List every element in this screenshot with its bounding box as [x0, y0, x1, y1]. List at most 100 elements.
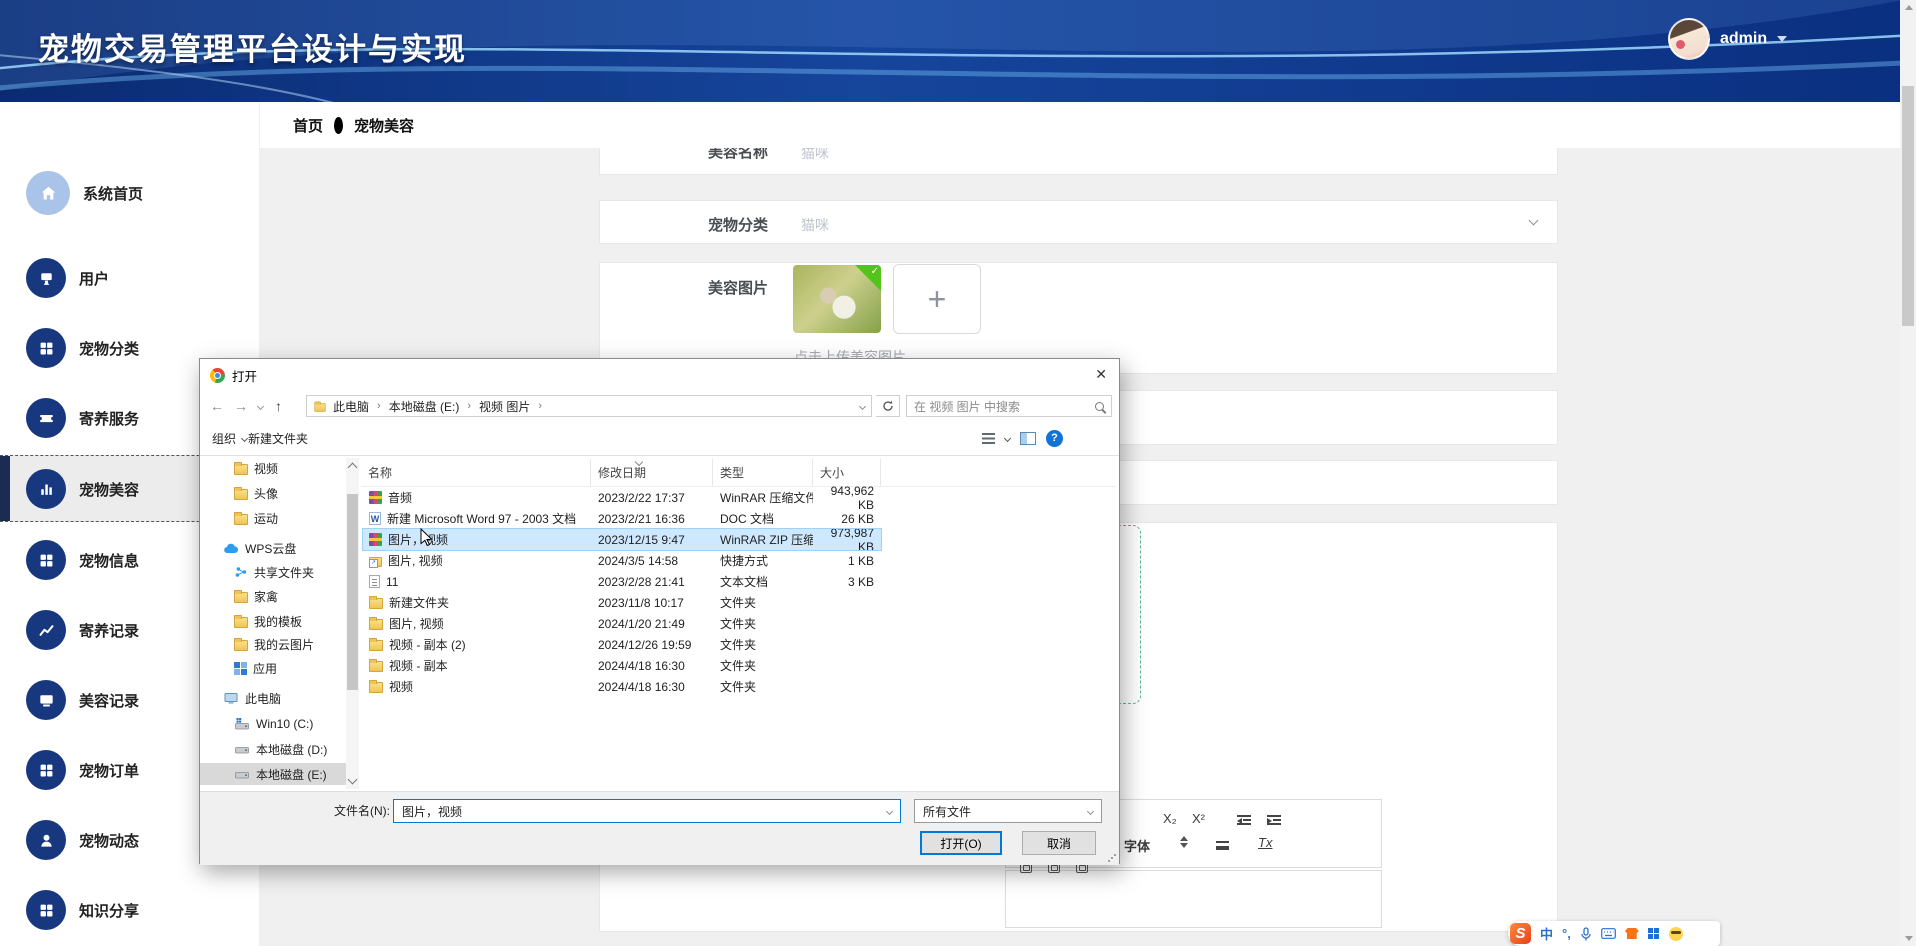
- file-row-1[interactable]: W新建 Microsoft Word 97 - 2003 文档 2023/2/2…: [363, 508, 881, 529]
- view-mode-icon[interactable]: [982, 433, 995, 444]
- open-button[interactable]: 打开(O): [920, 831, 1002, 855]
- tree-scrollbar[interactable]: [346, 458, 359, 789]
- skin-icon[interactable]: [1625, 928, 1639, 939]
- subscript-button[interactable]: X₂: [1163, 811, 1177, 826]
- upload-image-button[interactable]: +: [893, 264, 981, 334]
- file-name: 图片，视频: [388, 531, 448, 548]
- file-row-5[interactable]: 新建文件夹 2023/11/8 10:17 文件夹: [363, 592, 881, 613]
- up-icon[interactable]: ↑: [275, 398, 282, 414]
- scroll-up-icon[interactable]: [348, 463, 358, 473]
- filename-dropdown-icon[interactable]: [886, 807, 893, 814]
- editor-content-area[interactable]: [1005, 870, 1382, 928]
- close-icon[interactable]: ✕: [1095, 366, 1107, 383]
- superscript-button[interactable]: X²: [1192, 811, 1205, 826]
- filetype-value: 所有文件: [923, 803, 971, 820]
- address-crumb[interactable]: 本地磁盘 (E:): [389, 398, 460, 415]
- address-crumb[interactable]: 视频 图片: [479, 398, 530, 415]
- folder-icon: [314, 403, 325, 412]
- file-row-6[interactable]: 图片, 视频 2024/1/20 21:49 文件夹: [363, 613, 881, 634]
- emoji-icon[interactable]: [1669, 927, 1683, 941]
- tree-item-8[interactable]: 应用: [200, 657, 346, 679]
- indent-icon: [1267, 815, 1281, 825]
- page-scrollbar[interactable]: [1900, 0, 1916, 946]
- field-value-category[interactable]: 猫咪: [801, 215, 829, 235]
- tree-item-3[interactable]: WPS云盘: [200, 537, 346, 559]
- scrollbar-down-icon[interactable]: [1905, 936, 1913, 941]
- back-icon[interactable]: ←: [210, 398, 224, 414]
- shortcut-icon: [369, 557, 382, 567]
- file-type: 快捷方式: [713, 552, 813, 569]
- filetype-select[interactable]: 所有文件: [914, 799, 1102, 823]
- preview-pane-icon[interactable]: [1020, 432, 1036, 445]
- filename-input[interactable]: 图片，视频: [393, 799, 901, 823]
- dialog-titlebar[interactable]: 打开 ✕: [200, 359, 1119, 391]
- tree-item-11[interactable]: 本地磁盘 (D:): [200, 738, 346, 760]
- help-icon[interactable]: ?: [1046, 430, 1063, 447]
- column-header-3[interactable]: 大小: [813, 459, 881, 486]
- file-row-4[interactable]: 11 2023/2/28 21:41 文本文档 3 KB: [363, 571, 881, 592]
- font-spinner[interactable]: [1180, 836, 1188, 851]
- file-type: DOC 文档: [713, 510, 813, 527]
- file-row-9[interactable]: 视频 2024/4/18 16:30 文件夹: [363, 676, 881, 697]
- sidebar-item-label: 寄养记录: [79, 620, 139, 641]
- ime-punctuation-icon[interactable]: °,: [1562, 926, 1571, 941]
- address-crumb[interactable]: 此电脑: [333, 398, 369, 415]
- scroll-down-icon[interactable]: [348, 775, 358, 785]
- tree-item-4[interactable]: 共享文件夹: [200, 561, 346, 583]
- breadcrumb-home[interactable]: 首页: [293, 115, 323, 136]
- tree-item-1[interactable]: 头像: [200, 482, 346, 504]
- file-row-3[interactable]: 图片, 视频 2024/3/5 14:58 快捷方式 1 KB: [363, 550, 881, 571]
- organize-button[interactable]: 组织: [212, 430, 247, 447]
- forward-icon[interactable]: →: [234, 398, 248, 414]
- sidebar-item-10[interactable]: 知识分享: [0, 888, 260, 932]
- tree-item-5[interactable]: 家禽: [200, 585, 346, 607]
- folder-icon: [234, 464, 248, 475]
- uploaded-image-thumbnail[interactable]: ✓: [793, 265, 881, 333]
- ime-menu-icon[interactable]: [1648, 928, 1660, 940]
- line-height-button[interactable]: [1216, 838, 1229, 853]
- file-row-7[interactable]: 视频 - 副本 (2) 2024/12/26 19:59 文件夹: [363, 634, 881, 655]
- lines-icon: [1216, 841, 1229, 850]
- tree-item-7[interactable]: 我的云图片: [200, 633, 346, 655]
- field-value-name[interactable]: 猫咪: [801, 148, 829, 163]
- font-select[interactable]: 字体: [1124, 836, 1150, 855]
- user-menu[interactable]: admin: [1668, 18, 1787, 60]
- filename-label: 文件名(N):: [258, 802, 390, 819]
- file-row-8[interactable]: 视频 - 副本 2024/4/18 16:30 文件夹: [363, 655, 881, 676]
- file-row-2[interactable]: 图片，视频 2023/12/15 9:47 WinRAR ZIP 压缩... 9…: [363, 529, 881, 550]
- outdent-button[interactable]: [1237, 813, 1251, 828]
- new-folder-button[interactable]: 新建文件夹: [248, 430, 308, 447]
- indent-button[interactable]: [1267, 813, 1281, 828]
- tree-scrollbar-thumb[interactable]: [347, 494, 358, 690]
- tree-item-label: 头像: [254, 485, 278, 502]
- address-dropdown-icon[interactable]: [859, 402, 866, 409]
- sidebar-item-1[interactable]: 用户: [0, 256, 260, 300]
- ime-language-icon[interactable]: 中: [1540, 924, 1553, 943]
- view-mode-chevron-icon[interactable]: [1004, 434, 1011, 441]
- keyboard-icon[interactable]: [1601, 928, 1616, 939]
- refresh-button[interactable]: [876, 395, 900, 417]
- column-header-1[interactable]: 修改日期: [591, 459, 713, 486]
- clear-format-button[interactable]: Tx: [1258, 835, 1272, 850]
- sidebar-item-label: 美容记录: [79, 690, 139, 711]
- mic-icon[interactable]: [1580, 927, 1592, 941]
- resize-grip[interactable]: [1108, 854, 1116, 862]
- cancel-button[interactable]: 取消: [1022, 831, 1096, 855]
- column-header-0[interactable]: 名称: [361, 459, 591, 486]
- chevron-down-icon[interactable]: [1529, 216, 1539, 226]
- sidebar-item-0[interactable]: 系统首页: [0, 171, 260, 215]
- scrollbar-up-icon[interactable]: [1905, 5, 1913, 10]
- tree-item-0[interactable]: 视频: [200, 457, 346, 479]
- history-chevron-icon[interactable]: [257, 402, 264, 409]
- column-header-2[interactable]: 类型: [713, 459, 813, 486]
- search-input[interactable]: 在 视频 图片 中搜索: [906, 395, 1112, 417]
- tree-item-2[interactable]: 运动: [200, 507, 346, 529]
- tree-item-10[interactable]: Win10 (C:): [200, 713, 346, 735]
- sogou-logo-icon[interactable]: S: [1510, 923, 1531, 944]
- tree-item-12[interactable]: 本地磁盘 (E:): [200, 763, 346, 785]
- file-row-0[interactable]: 音频 2023/2/22 17:37 WinRAR 压缩文件 943,962 K…: [363, 487, 881, 508]
- page-scrollbar-thumb[interactable]: [1902, 86, 1914, 326]
- address-bar[interactable]: 此电脑›本地磁盘 (E:)›视频 图片›: [306, 395, 872, 417]
- tree-item-6[interactable]: 我的模板: [200, 610, 346, 632]
- tree-item-9[interactable]: 此电脑: [200, 687, 346, 709]
